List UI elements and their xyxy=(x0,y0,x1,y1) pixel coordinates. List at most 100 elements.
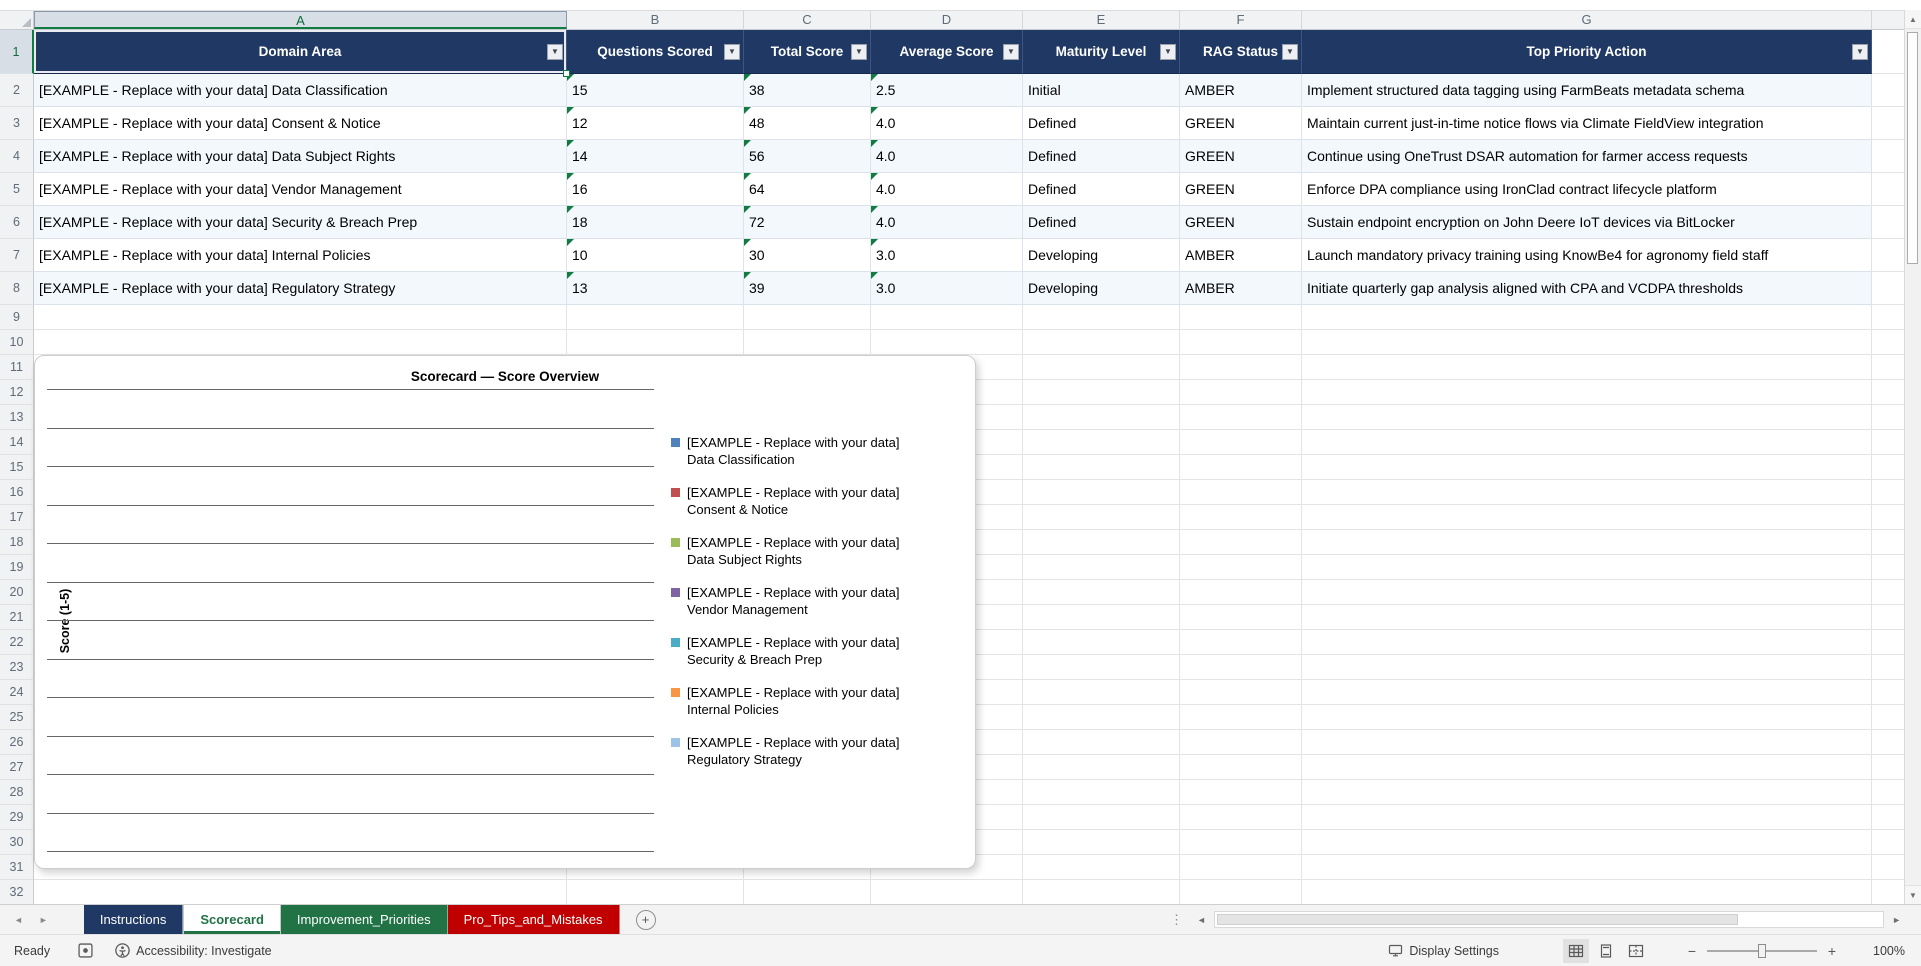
cell-e17[interactable] xyxy=(1023,505,1180,530)
cell-g28[interactable] xyxy=(1302,780,1872,805)
cell-b9[interactable] xyxy=(567,305,744,330)
cell-f15[interactable] xyxy=(1180,455,1302,480)
cell-a7[interactable]: [EXAMPLE - Replace with your data] Inter… xyxy=(34,239,567,272)
cell-e15[interactable] xyxy=(1023,455,1180,480)
cell-f20[interactable] xyxy=(1180,580,1302,605)
cell-f22[interactable] xyxy=(1180,630,1302,655)
cell-e6[interactable]: Defined xyxy=(1023,206,1180,239)
cell-c7[interactable]: 30 xyxy=(744,239,871,272)
cell-g8[interactable]: Initiate quarterly gap analysis aligned … xyxy=(1302,272,1872,305)
row-header-19[interactable]: 19 xyxy=(0,555,34,580)
cell-b8[interactable]: 13 xyxy=(567,272,744,305)
cell-d4[interactable]: 4.0 xyxy=(871,140,1023,173)
cell-e2[interactable]: Initial xyxy=(1023,74,1180,107)
cell-g27[interactable] xyxy=(1302,755,1872,780)
cell-e24[interactable] xyxy=(1023,680,1180,705)
row-header-16[interactable]: 16 xyxy=(0,480,34,505)
cell-e10[interactable] xyxy=(1023,330,1180,355)
cell-c5[interactable]: 64 xyxy=(744,173,871,206)
cell-a9[interactable] xyxy=(34,305,567,330)
cell-g22[interactable] xyxy=(1302,630,1872,655)
cell-d2[interactable]: 2.5 xyxy=(871,74,1023,107)
row-header-1[interactable]: 1 xyxy=(0,30,34,74)
cell-e16[interactable] xyxy=(1023,480,1180,505)
row-header-29[interactable]: 29 xyxy=(0,805,34,830)
row-header-32[interactable]: 32 xyxy=(0,880,34,904)
row-header-2[interactable]: 2 xyxy=(0,74,34,107)
cell-e5[interactable]: Defined xyxy=(1023,173,1180,206)
zoom-in-button[interactable]: + xyxy=(1825,944,1839,958)
row-header-31[interactable]: 31 xyxy=(0,855,34,880)
add-sheet-button[interactable]: + xyxy=(635,909,656,930)
cell-f16[interactable] xyxy=(1180,480,1302,505)
cell-e31[interactable] xyxy=(1023,855,1180,880)
cell-f27[interactable] xyxy=(1180,755,1302,780)
select-all-button[interactable] xyxy=(0,11,34,29)
cell-a10[interactable] xyxy=(34,330,567,355)
zoom-slider-thumb[interactable] xyxy=(1758,943,1766,958)
cell-f30[interactable] xyxy=(1180,830,1302,855)
row-header-9[interactable]: 9 xyxy=(0,305,34,330)
cell-e30[interactable] xyxy=(1023,830,1180,855)
filter-button[interactable]: ▼ xyxy=(1282,43,1298,60)
row-header-30[interactable]: 30 xyxy=(0,830,34,855)
cell-c32[interactable] xyxy=(744,880,871,904)
cell-g3[interactable]: Maintain current just-in-time notice flo… xyxy=(1302,107,1872,140)
cell-g13[interactable] xyxy=(1302,405,1872,430)
cell-a8[interactable]: [EXAMPLE - Replace with your data] Regul… xyxy=(34,272,567,305)
cell-e11[interactable] xyxy=(1023,355,1180,380)
cell-f14[interactable] xyxy=(1180,430,1302,455)
cell-f4[interactable]: GREEN xyxy=(1180,140,1302,173)
row-header-17[interactable]: 17 xyxy=(0,505,34,530)
cell-f29[interactable] xyxy=(1180,805,1302,830)
cell-g5[interactable]: Enforce DPA compliance using IronClad co… xyxy=(1302,173,1872,206)
cell-g30[interactable] xyxy=(1302,830,1872,855)
cell-e25[interactable] xyxy=(1023,705,1180,730)
cell-f31[interactable] xyxy=(1180,855,1302,880)
scroll-down-button[interactable]: ▼ xyxy=(1905,885,1921,904)
macro-record-button[interactable] xyxy=(78,943,93,958)
cell-f21[interactable] xyxy=(1180,605,1302,630)
cell-b10[interactable] xyxy=(567,330,744,355)
cell-g4[interactable]: Continue using OneTrust DSAR automation … xyxy=(1302,140,1872,173)
cell-f28[interactable] xyxy=(1180,780,1302,805)
cell-e20[interactable] xyxy=(1023,580,1180,605)
table-header-cell-b1[interactable]: Questions Scored ▼ xyxy=(567,30,744,74)
cell-g21[interactable] xyxy=(1302,605,1872,630)
cell-f7[interactable]: AMBER xyxy=(1180,239,1302,272)
cell-e12[interactable] xyxy=(1023,380,1180,405)
row-header-6[interactable]: 6 xyxy=(0,206,34,239)
cell-a3[interactable]: [EXAMPLE - Replace with your data] Conse… xyxy=(34,107,567,140)
zoom-out-button[interactable]: − xyxy=(1685,944,1699,958)
row-header-7[interactable]: 7 xyxy=(0,239,34,272)
vertical-scroll-thumb[interactable] xyxy=(1907,32,1918,264)
row-header-23[interactable]: 23 xyxy=(0,655,34,680)
cell-e21[interactable] xyxy=(1023,605,1180,630)
cell-f8[interactable]: AMBER xyxy=(1180,272,1302,305)
sheet-tab-scorecard[interactable]: Scorecard xyxy=(183,905,281,934)
row-header-26[interactable]: 26 xyxy=(0,730,34,755)
cell-c8[interactable]: 39 xyxy=(744,272,871,305)
column-header-b[interactable]: B xyxy=(567,11,744,29)
cell-f13[interactable] xyxy=(1180,405,1302,430)
cell-a5[interactable]: [EXAMPLE - Replace with your data] Vendo… xyxy=(34,173,567,206)
row-header-4[interactable]: 4 xyxy=(0,140,34,173)
column-header-e[interactable]: E xyxy=(1023,11,1180,29)
display-settings-button[interactable]: Display Settings xyxy=(1388,943,1499,958)
row-header-21[interactable]: 21 xyxy=(0,605,34,630)
cell-g14[interactable] xyxy=(1302,430,1872,455)
cell-b6[interactable]: 18 xyxy=(567,206,744,239)
cell-e7[interactable]: Developing xyxy=(1023,239,1180,272)
cell-f3[interactable]: GREEN xyxy=(1180,107,1302,140)
cell-g6[interactable]: Sustain endpoint encryption on John Deer… xyxy=(1302,206,1872,239)
cell-a32[interactable] xyxy=(34,880,567,904)
vertical-scrollbar[interactable]: ▲ ▼ xyxy=(1904,10,1921,904)
cell-g23[interactable] xyxy=(1302,655,1872,680)
zoom-slider[interactable] xyxy=(1707,943,1817,958)
cell-g24[interactable] xyxy=(1302,680,1872,705)
cell-e29[interactable] xyxy=(1023,805,1180,830)
table-header-cell-a1[interactable]: Domain Area ▼ xyxy=(34,30,570,77)
table-header-cell-c1[interactable]: Total Score ▼ xyxy=(744,30,871,74)
filter-button[interactable]: ▼ xyxy=(724,43,740,60)
cell-d7[interactable]: 3.0 xyxy=(871,239,1023,272)
